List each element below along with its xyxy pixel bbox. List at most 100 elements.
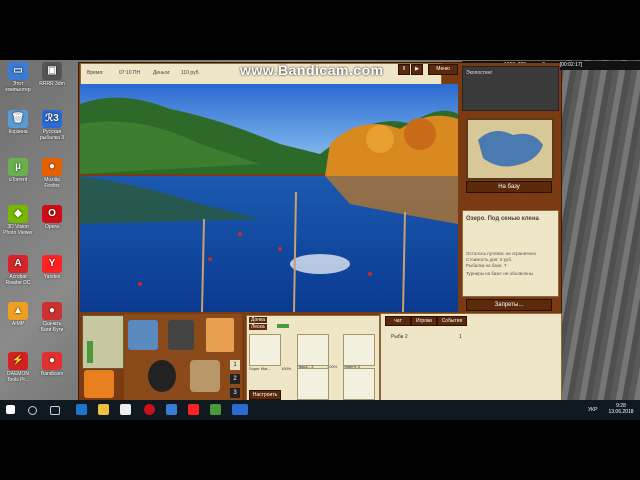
to-base-label: На базу (498, 184, 520, 190)
bucket-icon[interactable] (84, 370, 114, 398)
desktop-icon[interactable]: ● Скачать Баги-Буги (36, 302, 68, 333)
desktop-icon[interactable]: ● Bandicam (36, 352, 68, 377)
bait-bag-icon[interactable] (190, 360, 220, 392)
chat-row-name: Рыба 2 (391, 334, 408, 340)
desktop-app-icon: ⚡ (8, 352, 28, 370)
hook-slot[interactable] (297, 368, 329, 400)
desktop-app-icon: µ (8, 158, 28, 176)
speed-button[interactable]: ▶ (411, 64, 423, 75)
desktop-app-icon: ● (42, 158, 62, 176)
desktop-icon[interactable]: ⚡ DAEMON Tools Pr... (2, 352, 34, 383)
desktop-icon-label: 3D Vision Photo Viewer (3, 224, 33, 236)
game-taskbar-icon[interactable] (232, 404, 248, 415)
lake-map[interactable] (466, 118, 554, 180)
desktop-icon-label: Opera (45, 224, 59, 230)
tackle-box-icon[interactable] (128, 320, 158, 350)
clock-date: 13.06.2018 (608, 409, 634, 415)
edge-icon[interactable] (76, 404, 87, 415)
windows-taskbar: УКР 9:28 13.06.2018 (0, 400, 640, 420)
desktop-app-icon: 🗑 (8, 110, 28, 128)
percent-a: 100% (281, 366, 292, 371)
restrictions-label: Запреты... (494, 302, 524, 308)
slot-label: Инвент-3 (343, 364, 360, 369)
desktop-icon-label: Mozilla Firefox (44, 177, 60, 189)
desktop-app-icon: ▣ (42, 62, 62, 80)
language-indicator[interactable]: УКР (588, 407, 597, 413)
letterbox-bottom (0, 420, 640, 480)
map-icon (478, 131, 543, 167)
status-meter (82, 315, 124, 369)
search-icon[interactable] (28, 406, 37, 415)
desktop-icon-label: Скачать Баги-Буги (40, 321, 64, 333)
green-app-icon[interactable] (210, 404, 221, 415)
money-label: Деньги: (153, 70, 171, 76)
tackle-panel: Донка Леска Super Mat... Ниша - 3 Инвент… (246, 315, 380, 403)
desktop-icon-label: Корзина (8, 129, 28, 135)
restrictions-button[interactable]: Запреты... (466, 299, 552, 311)
rod-slot[interactable] (249, 334, 281, 366)
time-label: Время: (87, 70, 104, 76)
lake-title: Озеро. Под сенью клена (466, 216, 539, 222)
desktop-icon[interactable]: Y Yandex (36, 255, 68, 280)
percent-b: 100% (327, 364, 338, 369)
desktop-icon[interactable]: 🗑 Корзина (2, 110, 34, 135)
desktop-icon[interactable]: ● Mozilla Firefox (36, 158, 68, 189)
desktop-icon-label: Bandicam (40, 371, 64, 377)
letterbox-top (0, 0, 640, 60)
desktop-app-icon: ● (42, 352, 62, 370)
money-value: 110 руб. (181, 70, 200, 76)
slot-label: Ниша - 3 (297, 364, 314, 369)
reel-slot[interactable] (297, 334, 329, 366)
inventory-panel: 1 2 3 (124, 314, 242, 400)
info-line: Осталось путевок: не ограничено (466, 251, 537, 256)
desktop-app-icon: ◆ (8, 205, 28, 223)
to-base-button[interactable]: На базу (466, 181, 552, 193)
yandex-icon[interactable] (188, 404, 199, 415)
tab-players[interactable]: Игроки (411, 316, 437, 326)
recording-watermark: www.Bandicam.com (240, 62, 384, 78)
desktop-icon[interactable]: ▲ AIMP (2, 302, 34, 327)
desktop-icon[interactable]: A Acrobat Reader DC (2, 255, 34, 286)
desktop-icon-label: Этот компьютер (5, 81, 31, 93)
time-value: 07:10 ПН (119, 70, 141, 76)
line-slot[interactable] (343, 334, 375, 366)
desktop-icon[interactable]: O Opera (36, 205, 68, 230)
desktop-icon[interactable]: ▭ Этот компьютер (2, 62, 34, 93)
line-bar (277, 324, 289, 328)
cauldron-icon[interactable] (148, 360, 176, 392)
tab-chat[interactable]: чат (385, 316, 411, 326)
desktop-app-icon: ▲ (8, 302, 28, 320)
setup-button[interactable]: Настроить (249, 390, 281, 400)
menu-button[interactable]: Меню (428, 64, 458, 75)
desktop-icon[interactable]: ℛ3 Русская рыбалка 3 (36, 110, 68, 141)
chat-row-value: 1 (459, 334, 462, 340)
tab-events[interactable]: События (437, 316, 467, 326)
counter-1: 1 (230, 360, 240, 370)
backpack-icon[interactable] (168, 320, 194, 350)
ecology-box: Экопостинг (462, 66, 559, 111)
desktop-icon[interactable]: ▣ RRRR 3dm (36, 62, 68, 87)
chat-panel: чат Игроки События Рыба 2 1 (380, 313, 562, 402)
ecology-label: Экопостинг (466, 70, 493, 76)
store-icon[interactable] (120, 404, 131, 415)
opera-icon[interactable] (144, 404, 155, 415)
desktop-icon[interactable]: ◆ 3D Vision Photo Viewer (2, 205, 34, 236)
app-icon[interactable] (166, 404, 177, 415)
slot-label: Super Mat... (249, 366, 271, 371)
tackle-line: Леска (249, 324, 267, 330)
notebook-icon[interactable] (206, 318, 234, 352)
bait-slot[interactable] (343, 368, 375, 400)
lake-scene[interactable] (80, 84, 458, 312)
clock[interactable]: 9:28 13.06.2018 (606, 403, 636, 415)
task-view-icon[interactable] (50, 406, 60, 415)
desktop-icon-label: DAEMON Tools Pr... (7, 371, 29, 383)
desktop-app-icon: A (8, 255, 28, 273)
info-line: Турниры на базе: не объявлены (466, 271, 533, 276)
start-button-icon[interactable] (6, 405, 15, 414)
file-explorer-icon[interactable] (98, 404, 109, 415)
desktop-icon-label: Русская рыбалка 3 (39, 129, 65, 141)
info-line: Стоимость дня: 0 руб. (466, 257, 513, 262)
pause-button[interactable]: II (398, 64, 410, 75)
lake-scene-image (80, 84, 458, 312)
desktop-icon[interactable]: µ uTorrent (2, 158, 34, 183)
